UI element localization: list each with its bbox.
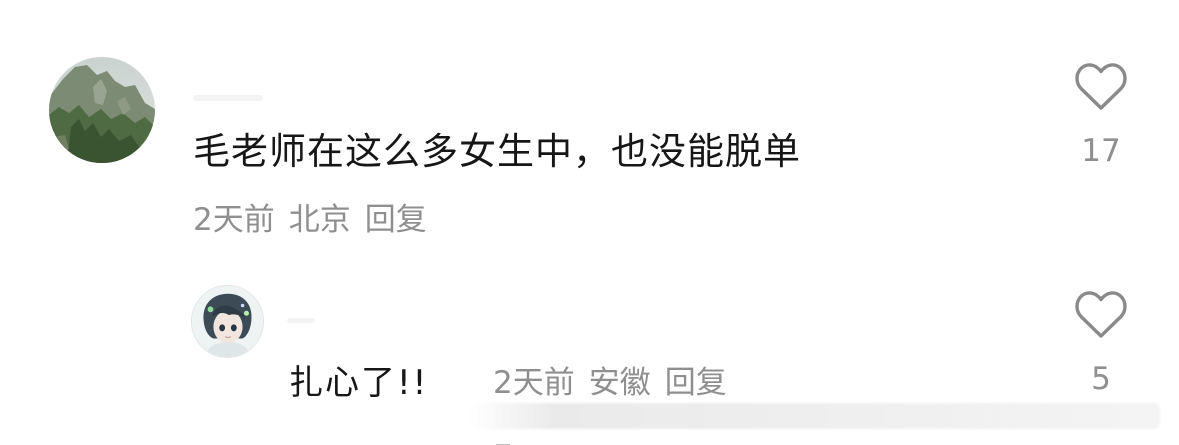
like-button[interactable] — [1074, 62, 1128, 116]
comment-meta: 2天前 北京 回复 — [193, 200, 427, 240]
avatar[interactable] — [49, 57, 155, 163]
watermark — [470, 403, 1160, 429]
heart-outline-icon — [1075, 63, 1127, 110]
avatar-image — [49, 57, 155, 163]
reply-button[interactable]: 回复 — [665, 363, 727, 403]
comment-location: 北京 — [288, 202, 351, 238]
reply-location: 安徽 — [588, 365, 651, 401]
heart-outline-icon — [1075, 291, 1127, 338]
like-count: 17 — [1081, 133, 1121, 169]
reply-text: 扎心了!! — [289, 363, 429, 403]
username-placeholder[interactable] — [193, 95, 263, 101]
comment-text: 毛老师在这么多女生中，也没能脱单 — [193, 130, 801, 173]
like-count: 5 — [1091, 361, 1111, 397]
next-comment-cutoff — [410, 437, 530, 445]
reply-time: 2天前 — [493, 365, 575, 401]
like-button[interactable] — [1074, 290, 1128, 344]
comment-time: 2天前 — [193, 202, 275, 238]
reply-meta: 2天前 安徽 回复 — [493, 363, 727, 403]
reply-avatar[interactable] — [191, 285, 264, 358]
reply-button[interactable]: 回复 — [365, 200, 427, 240]
username-placeholder[interactable] — [287, 318, 315, 323]
avatar-image — [192, 286, 263, 357]
